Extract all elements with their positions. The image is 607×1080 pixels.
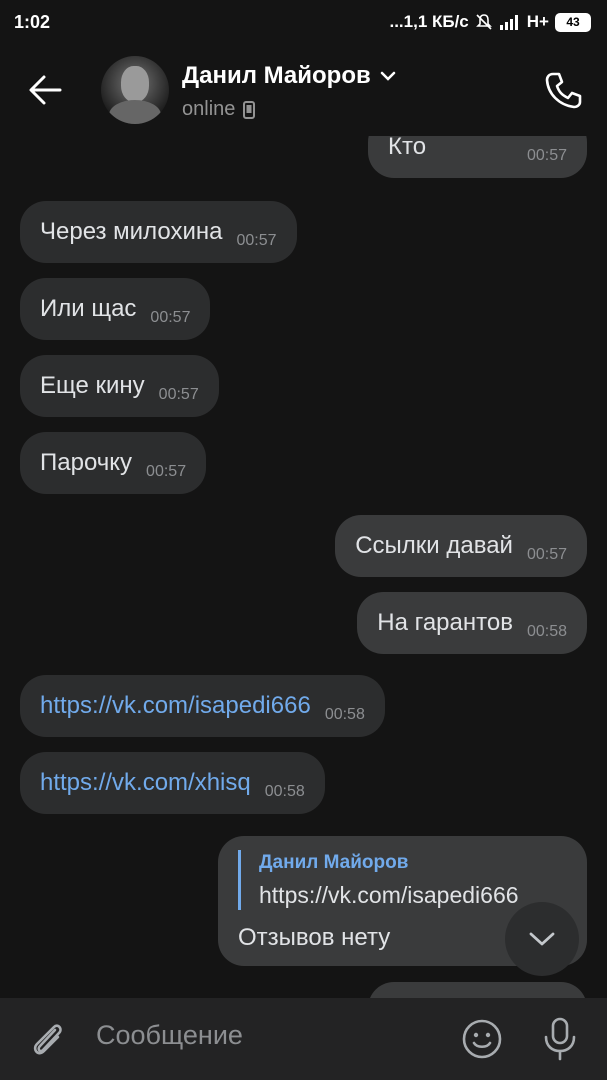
message-time: 00:58	[324, 706, 365, 723]
contact-status: online	[182, 98, 256, 121]
message-bubble[interactable]: Через милохина 00:57	[20, 201, 297, 263]
avatar[interactable]	[101, 56, 169, 124]
message-text: Еще кину	[40, 372, 145, 399]
message-bubble[interactable]: На гарантов 00:58	[357, 592, 587, 654]
scroll-down-button[interactable]	[505, 902, 579, 976]
smile-icon[interactable]	[461, 1018, 503, 1060]
chevron-down-icon	[380, 71, 395, 81]
reply-quote-bar	[238, 850, 241, 910]
battery-icon: 43	[555, 12, 591, 32]
contact-name-label: Данил Майоров	[182, 62, 371, 89]
microphone-icon[interactable]	[540, 1016, 580, 1062]
message-bubble[interactable]	[368, 982, 587, 998]
mobile-device-icon	[243, 100, 256, 119]
message-link[interactable]: https://vk.com/xhisq	[40, 769, 251, 797]
message-text: Или щас	[40, 295, 137, 322]
message-bubble[interactable]: Или щас 00:57	[20, 278, 211, 340]
message-bubble[interactable]: https://vk.com/xhisq 00:58	[20, 752, 325, 814]
chat-header: Данил Майоров online	[0, 44, 607, 136]
chevron-down-icon	[529, 932, 555, 946]
message-composer	[0, 998, 607, 1080]
mute-icon	[475, 14, 492, 30]
network-speed: ...1,1 КБ/с	[389, 12, 469, 31]
message-time: 00:58	[264, 783, 305, 800]
message-time: 00:57	[158, 386, 199, 403]
message-text: Через милохина	[40, 218, 223, 245]
contact-name[interactable]: Данил Майоров	[182, 62, 397, 90]
message-text: На гарантов	[377, 609, 513, 636]
battery-level: 43	[566, 15, 580, 29]
message-bubble[interactable]: Еще кину 00:57	[20, 355, 219, 417]
network-type: H+	[526, 12, 549, 31]
avatar-body	[109, 100, 161, 124]
reply-quote-text: https://vk.com/isapedi666	[259, 882, 519, 908]
message-time: 00:57	[526, 147, 567, 164]
message-bubble[interactable]: Кто 00:57	[368, 136, 587, 178]
message-time: 00:57	[236, 232, 277, 249]
message-time: 00:57	[150, 309, 191, 326]
message-text: Парочку	[40, 449, 133, 476]
status-time: 1:02	[14, 11, 51, 32]
phone-call-icon[interactable]	[544, 70, 582, 110]
message-text: Отзывов нету	[238, 924, 391, 951]
message-link[interactable]: https://vk.com/isapedi666	[40, 692, 311, 720]
message-bubble[interactable]: Ссылки давай 00:57	[335, 515, 587, 577]
message-time: 00:57	[146, 463, 187, 480]
contact-status-label: online	[182, 98, 236, 120]
avatar-face	[121, 66, 149, 102]
message-text: Кто	[388, 136, 427, 160]
message-text: Ссылки давай	[355, 532, 513, 559]
paperclip-icon[interactable]	[28, 1018, 68, 1060]
back-arrow-icon[interactable]	[26, 70, 66, 110]
message-bubble[interactable]: https://vk.com/isapedi666 00:58	[20, 675, 385, 737]
message-time: 00:58	[526, 623, 567, 640]
status-bar: 1:02 ...1,1 КБ/с H+ 43	[0, 0, 607, 44]
message-input[interactable]	[96, 1020, 436, 1051]
status-indicators: ...1,1 КБ/с H+ 43	[389, 12, 591, 32]
reply-author[interactable]: Данил Майоров	[259, 852, 408, 874]
message-time: 00:57	[526, 546, 567, 563]
message-list[interactable]: Кто 00:57 Через милохина 00:57 Или щас 0…	[0, 136, 607, 998]
signal-icon	[499, 15, 518, 30]
message-bubble[interactable]: Парочку 00:57	[20, 432, 207, 494]
